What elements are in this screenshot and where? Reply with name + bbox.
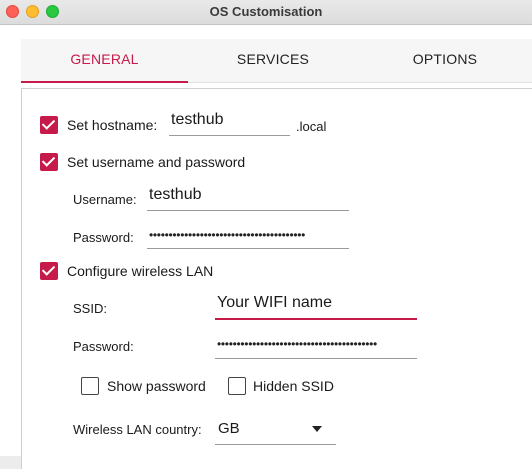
configure-wlan-checkbox[interactable]	[40, 262, 58, 280]
general-settings-panel: Set hostname: testhub .local Set usernam…	[21, 88, 532, 469]
ssid-label: SSID:	[73, 301, 107, 316]
set-username-password-label: Set username and password	[67, 154, 246, 170]
user-password-label: Password:	[73, 230, 134, 245]
ssid-input[interactable]: Your WIFI name	[215, 289, 417, 320]
hostname-suffix: .local	[296, 119, 327, 134]
tab-bar: GENERAL SERVICES OPTIONS	[21, 39, 532, 83]
ssid-value: Your WIFI name	[217, 294, 333, 311]
tab-services[interactable]: SERVICES	[188, 39, 358, 82]
hidden-ssid-label: Hidden SSID	[253, 378, 334, 394]
wlan-country-label: Wireless LAN country:	[73, 422, 202, 437]
hostname-input[interactable]: testhub	[169, 109, 290, 136]
show-password-label: Show password	[107, 378, 206, 394]
username-input[interactable]: testhub	[147, 183, 349, 211]
set-hostname-checkbox[interactable]	[40, 116, 58, 134]
wlan-password-input[interactable]: ••••••••••••••••••••••••••••••••••••••••…	[215, 329, 417, 359]
active-tab-indicator	[21, 81, 188, 83]
user-password-input[interactable]: ••••••••••••••••••••••••••••••••••••••••	[147, 221, 349, 249]
window-titlebar: OS Customisation	[0, 0, 532, 25]
wlan-password-label: Password:	[73, 339, 134, 354]
window-title: OS Customisation	[209, 4, 323, 19]
set-username-password-checkbox[interactable]	[40, 153, 58, 171]
hidden-ssid-checkbox[interactable]	[228, 377, 246, 395]
user-password-value: ••••••••••••••••••••••••••••••••••••••••	[149, 228, 306, 242]
username-label: Username:	[73, 192, 137, 207]
hostname-value: testhub	[171, 111, 224, 128]
show-password-checkbox[interactable]	[81, 377, 99, 395]
customisation-dialog: GENERAL SERVICES OPTIONS Set hostname: t…	[0, 25, 532, 469]
tab-general[interactable]: GENERAL	[21, 39, 188, 82]
wlan-password-value: ••••••••••••••••••••••••••••••••••••••••…	[217, 337, 377, 351]
tab-options[interactable]: OPTIONS	[358, 39, 532, 82]
set-hostname-label: Set hostname:	[67, 117, 158, 133]
configure-wlan-label: Configure wireless LAN	[67, 263, 214, 279]
wlan-country-value: GB	[218, 420, 240, 437]
chevron-down-icon	[312, 426, 322, 432]
username-value: testhub	[149, 186, 202, 203]
wlan-country-select[interactable]: GB	[215, 412, 336, 445]
